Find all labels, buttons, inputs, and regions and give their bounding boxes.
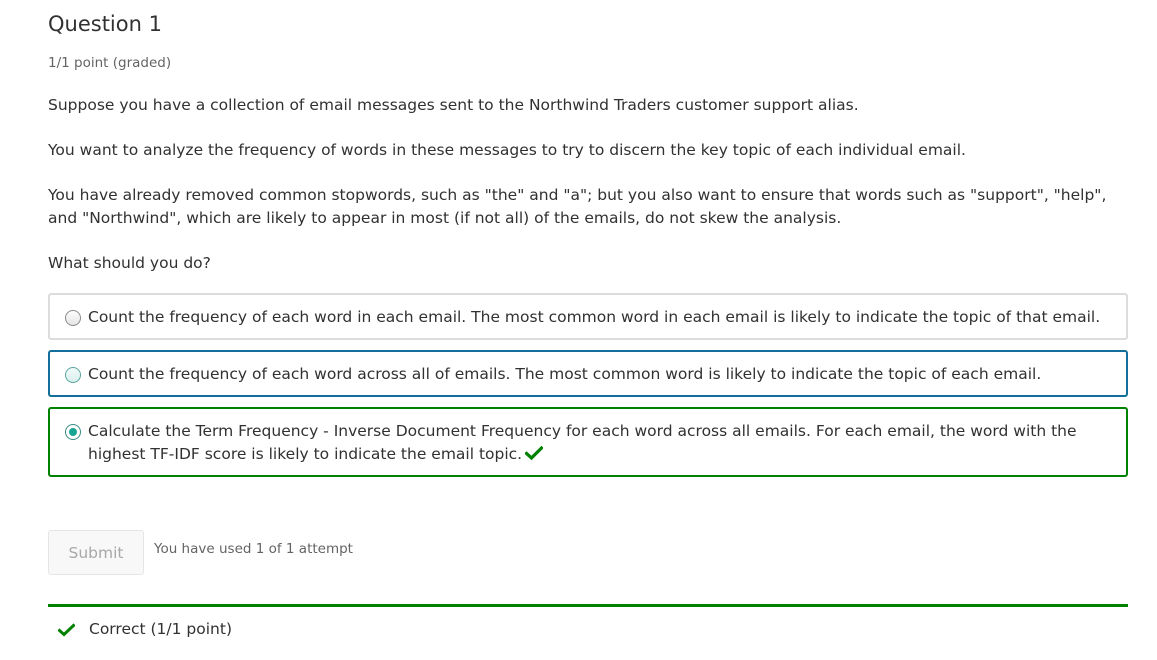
answer-status-bar: Correct (1/1 point) [48,604,1128,660]
checkmark-icon [525,446,544,460]
answer-option-1[interactable]: Count the frequency of each word in each… [48,293,1128,340]
question-paragraph: You have already removed common stopword… [48,186,1107,227]
answer-option-2[interactable]: Count the frequency of each word across … [48,350,1128,397]
radio-button-3[interactable] [65,424,81,440]
submit-button[interactable]: Submit [48,530,144,575]
answer-option-label: Count the frequency of each word across … [88,365,1042,383]
answer-option-label: Calculate the Term Frequency - Inverse D… [88,422,1077,463]
radio-button-1[interactable] [65,310,81,326]
answer-option-3[interactable]: Calculate the Term Frequency - Inverse D… [48,407,1128,477]
checkmark-icon [58,623,75,637]
question-title: Question 1 [48,12,162,36]
status-text: Correct (1/1 point) [89,620,232,638]
question-prompt: What should you do? [48,254,211,272]
answer-option-label: Count the frequency of each word in each… [88,308,1101,326]
radio-button-2[interactable] [65,367,81,383]
question-paragraph: You want to analyze the frequency of wor… [48,141,966,159]
attempts-counter: You have used 1 of 1 attempt [154,541,353,557]
answer-option-label-wrapper: Calculate the Term Frequency - Inverse D… [88,420,1118,466]
question-paragraph: Suppose you have a collection of email m… [48,96,859,114]
question-points: 1/1 point (graded) [48,55,172,71]
